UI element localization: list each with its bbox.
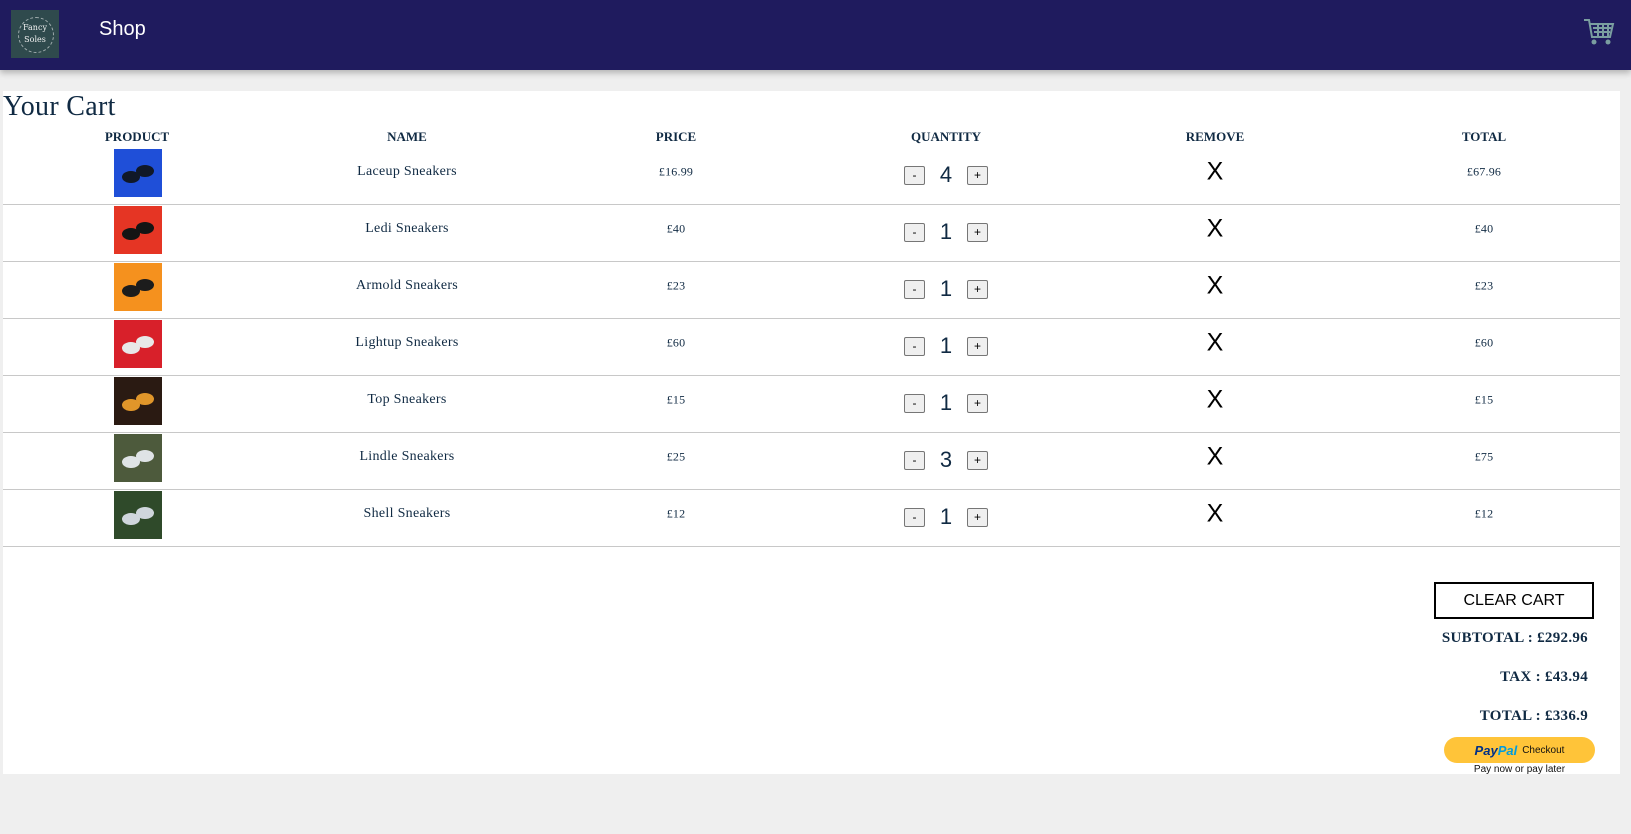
column-header-remove: REMOVE	[1185, 129, 1245, 144]
quantity-stepper: - 1 +	[904, 219, 988, 245]
product-image	[114, 434, 162, 482]
cart-table-body: Laceup Sneakers £16.99 - 4 + X £67.96 Le…	[3, 148, 1620, 547]
column-header-total: TOTAL	[1461, 129, 1507, 144]
decrease-quantity-button[interactable]: -	[904, 336, 925, 356]
increase-quantity-button[interactable]: +	[967, 393, 988, 413]
product-name: Lindle Sneakers	[359, 449, 455, 464]
quantity-stepper: - 1 +	[904, 390, 988, 416]
cart-panel: Your Cart PRODUCT NAME PRICE QUANTITY RE…	[3, 91, 1620, 774]
grand-total-text: TOTAL : £336.9	[1479, 708, 1588, 724]
paypal-checkout-label: Checkout	[1522, 744, 1565, 756]
logo-text-line2: Soles	[24, 35, 46, 44]
line-total: £15	[1474, 392, 1494, 407]
quantity-value: 1	[939, 333, 953, 358]
quantity-value: 1	[939, 504, 953, 529]
increase-quantity-button[interactable]: +	[967, 165, 988, 185]
product-name: Armold Sneakers	[355, 278, 459, 293]
quantity-value: 1	[939, 276, 953, 301]
line-total: £75	[1474, 449, 1494, 464]
logo-text-line1: Fancy	[23, 23, 47, 32]
remove-item-button[interactable]: X	[1207, 386, 1224, 415]
product-image	[114, 206, 162, 254]
product-name: Lightup Sneakers	[355, 335, 459, 350]
remove-item-button[interactable]: X	[1207, 272, 1224, 301]
increase-quantity-button[interactable]: +	[967, 222, 988, 242]
product-price: £23	[666, 278, 686, 293]
quantity-stepper: - 1 +	[904, 276, 988, 302]
product-name: Shell Sneakers	[363, 506, 451, 521]
quantity-stepper: - 1 +	[904, 504, 988, 530]
remove-item-button[interactable]: X	[1207, 500, 1224, 529]
product-price: £12	[666, 506, 686, 521]
product-price: £25	[666, 449, 686, 464]
paypal-tagline: Pay now or pay later	[1473, 764, 1566, 775]
column-header-product: PRODUCT	[104, 129, 170, 144]
table-row: Top Sneakers £15 - 1 + X £15	[3, 376, 1620, 433]
column-header-price: PRICE	[655, 129, 697, 144]
decrease-quantity-button[interactable]: -	[904, 393, 925, 413]
remove-item-button[interactable]: X	[1207, 329, 1224, 358]
table-row: Lightup Sneakers £60 - 1 + X £60	[3, 319, 1620, 376]
cart-table-header: PRODUCT NAME PRICE QUANTITY REMOVE TOTAL	[3, 129, 1620, 149]
product-name: Top Sneakers	[367, 392, 447, 407]
product-image	[114, 263, 162, 311]
quantity-value: 3	[939, 447, 953, 472]
increase-quantity-button[interactable]: +	[967, 450, 988, 470]
line-total: £60	[1474, 335, 1494, 350]
quantity-stepper: - 3 +	[904, 447, 988, 473]
table-row: Ledi Sneakers £40 - 1 + X £40	[3, 205, 1620, 262]
product-price: £40	[666, 221, 686, 236]
product-image	[114, 491, 162, 539]
decrease-quantity-button[interactable]: -	[904, 165, 925, 185]
quantity-stepper: - 1 +	[904, 333, 988, 359]
column-header-quantity: QUANTITY	[910, 129, 982, 144]
tax-text: TAX : £43.94	[1500, 669, 1588, 685]
product-name: Ledi Sneakers	[365, 221, 449, 236]
column-header-name: NAME	[387, 129, 427, 144]
paypal-checkout-button[interactable]: PayPal Checkout	[1444, 737, 1595, 763]
table-row: Laceup Sneakers £16.99 - 4 + X £67.96	[3, 148, 1620, 205]
product-price: £16.99	[658, 164, 694, 179]
increase-quantity-button[interactable]: +	[967, 336, 988, 356]
table-row: Lindle Sneakers £25 - 3 + X £75	[3, 433, 1620, 490]
remove-item-button[interactable]: X	[1207, 158, 1224, 187]
line-total: £40	[1474, 221, 1494, 236]
increase-quantity-button[interactable]: +	[967, 279, 988, 299]
decrease-quantity-button[interactable]: -	[904, 222, 925, 242]
product-price: £15	[666, 392, 686, 407]
paypal-logo-icon: PayPal	[1474, 742, 1518, 758]
line-total: £12	[1474, 506, 1494, 521]
increase-quantity-button[interactable]: +	[967, 507, 988, 527]
quantity-value: 4	[939, 162, 953, 187]
table-row: Armold Sneakers £23 - 1 + X £23	[3, 262, 1620, 319]
remove-item-button[interactable]: X	[1207, 443, 1224, 472]
product-name: Laceup Sneakers	[357, 164, 457, 179]
page-title: Your Cart	[3, 91, 116, 122]
remove-item-button[interactable]: X	[1207, 215, 1224, 244]
shopping-cart-icon[interactable]	[1583, 16, 1615, 48]
product-image	[114, 149, 162, 197]
quantity-value: 1	[939, 219, 953, 244]
nav-shop-link[interactable]: Shop	[99, 18, 146, 41]
subtotal-text: SUBTOTAL : £292.96	[1441, 630, 1588, 646]
quantity-stepper: - 4 +	[904, 162, 988, 188]
product-price: £60	[666, 335, 686, 350]
brand-logo[interactable]: Fancy Soles	[11, 10, 59, 58]
table-row: Shell Sneakers £12 - 1 + X £12	[3, 490, 1620, 547]
product-image	[114, 377, 162, 425]
decrease-quantity-button[interactable]: -	[904, 507, 925, 527]
clear-cart-button[interactable]: CLEAR CART	[1434, 582, 1594, 619]
quantity-value: 1	[939, 390, 953, 415]
line-total: £67.96	[1466, 164, 1502, 179]
product-image	[114, 320, 162, 368]
decrease-quantity-button[interactable]: -	[904, 450, 925, 470]
line-total: £23	[1474, 278, 1494, 293]
decrease-quantity-button[interactable]: -	[904, 279, 925, 299]
top-navbar: Fancy Soles Shop	[0, 0, 1631, 70]
